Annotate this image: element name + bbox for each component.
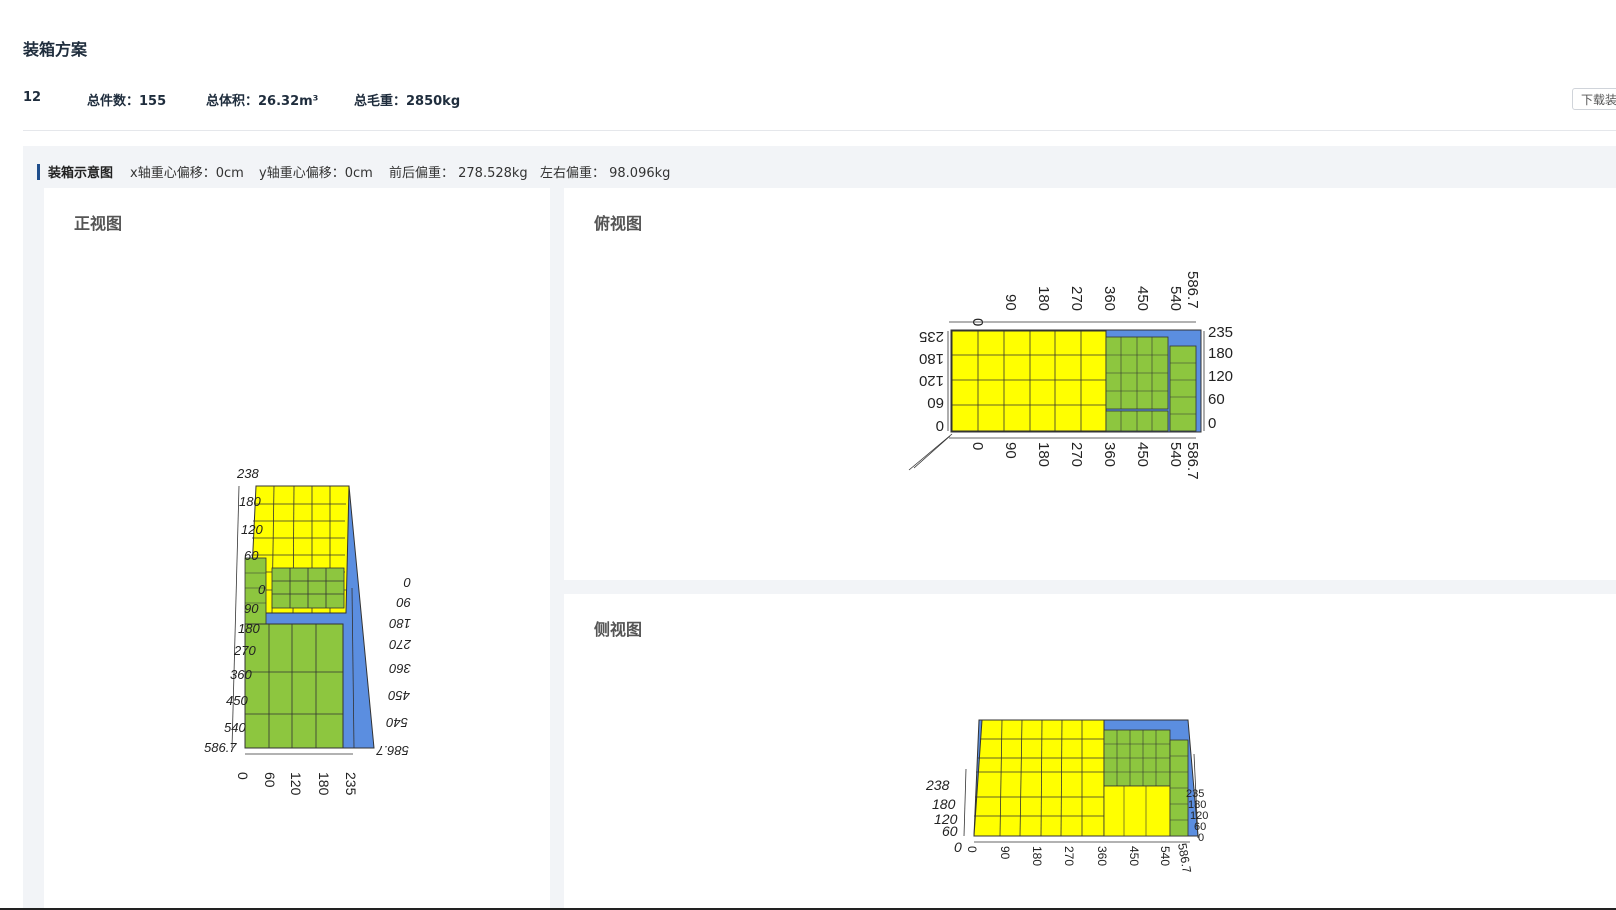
svg-text:60: 60	[244, 548, 259, 563]
svg-text:235: 235	[1208, 324, 1233, 341]
svg-text:360: 360	[1101, 286, 1118, 311]
total-count: 总件数：155	[87, 94, 167, 109]
svg-text:540: 540	[224, 720, 246, 735]
svg-text:90: 90	[1002, 442, 1019, 459]
svg-text:450: 450	[226, 693, 248, 708]
svg-text:270: 270	[1068, 442, 1085, 467]
svg-text:360: 360	[389, 661, 411, 676]
divider	[23, 130, 1616, 131]
svg-text:60: 60	[927, 394, 944, 411]
svg-text:270: 270	[1068, 286, 1085, 311]
svg-text:0: 0	[969, 442, 986, 450]
svg-text:0: 0	[258, 582, 266, 597]
front-view-diagram: 586.7 540 450 360 270 180 90 0 586.7 540 450 3…	[204, 466, 412, 796]
svg-text:180: 180	[239, 494, 261, 509]
svg-text:180: 180	[1030, 846, 1044, 866]
svg-text:60: 60	[262, 772, 278, 788]
svg-text:180: 180	[316, 772, 332, 796]
page-title: 装箱方案	[23, 40, 88, 59]
side-view-card: 侧视图 0 90 180 270 360 450 540 586.7 235 1…	[564, 594, 1616, 910]
left-right-stat: 左右偏重： 98.096kg	[540, 166, 671, 181]
svg-text:90: 90	[1002, 294, 1019, 311]
y-offset-stat: y轴重心偏移：0cm	[259, 166, 373, 181]
svg-text:238: 238	[925, 777, 950, 793]
svg-text:60: 60	[942, 823, 958, 839]
side-view-diagram: 0 90 180 270 360 450 540 586.7 235180 12…	[925, 719, 1208, 874]
svg-text:120: 120	[919, 372, 944, 389]
x-offset-stat: x轴重心偏移：0cm	[130, 166, 244, 181]
svg-text:180: 180	[238, 621, 260, 636]
total-volume: 总体积：26.32m³	[206, 94, 319, 109]
svg-text:540: 540	[386, 715, 408, 730]
svg-text:120: 120	[241, 522, 263, 537]
svg-text:0: 0	[1198, 832, 1204, 844]
svg-text:0: 0	[403, 575, 411, 590]
top-view-diagram: 0 90 180 270 360 450 540 586.7 0 90 180 …	[908, 271, 1233, 480]
svg-text:90: 90	[998, 846, 1012, 860]
svg-text:180: 180	[919, 350, 944, 367]
svg-text:235: 235	[343, 772, 359, 796]
svg-text:360: 360	[1101, 442, 1118, 467]
svg-text:180: 180	[389, 616, 411, 631]
svg-text:0: 0	[1208, 415, 1216, 432]
svg-text:450: 450	[1127, 846, 1141, 866]
svg-text:360: 360	[1095, 846, 1109, 866]
svg-text:0: 0	[936, 417, 944, 434]
svg-text:540: 540	[1167, 286, 1184, 311]
svg-text:0: 0	[969, 318, 986, 326]
front-view-card: 正视图 586.7 540 450 360 270 180 90 0 586.7…	[44, 188, 550, 910]
svg-text:180: 180	[1035, 286, 1052, 311]
svg-text:120: 120	[1208, 368, 1233, 385]
svg-text:270: 270	[233, 643, 256, 658]
svg-text:90: 90	[244, 601, 259, 616]
accent-bar	[37, 164, 40, 180]
svg-text:540: 540	[1167, 442, 1184, 467]
svg-text:90: 90	[396, 595, 411, 610]
svg-text:0: 0	[954, 839, 962, 855]
svg-text:586.7: 586.7	[376, 743, 409, 758]
top-view-card: 俯视图 0 90 180 270 360 450 540 586.7 0 90 …	[564, 188, 1616, 580]
svg-text:450: 450	[388, 688, 410, 703]
svg-text:586.7: 586.7	[204, 740, 237, 755]
svg-text:450: 450	[1134, 442, 1151, 467]
svg-text:586.7: 586.7	[1184, 271, 1201, 309]
svg-text:586.7: 586.7	[1184, 442, 1201, 480]
plan-index: 12	[23, 90, 42, 105]
svg-text:180: 180	[1035, 442, 1052, 467]
svg-text:120: 120	[288, 772, 304, 796]
svg-text:270: 270	[1062, 846, 1076, 866]
total-weight: 总毛重：2850kg	[354, 94, 461, 109]
svg-text:0: 0	[235, 772, 251, 780]
svg-text:180: 180	[932, 796, 956, 812]
diagram-panel: 装箱示意图 x轴重心偏移：0cm y轴重心偏移：0cm 前后偏重： 278.52…	[23, 146, 1616, 910]
svg-text:360: 360	[230, 667, 252, 682]
svg-text:238: 238	[236, 466, 259, 481]
svg-text:540: 540	[1158, 846, 1172, 866]
svg-text:180: 180	[1208, 345, 1233, 362]
svg-text:60: 60	[1208, 391, 1225, 408]
svg-text:235: 235	[919, 328, 944, 345]
svg-text:450: 450	[1134, 286, 1151, 311]
svg-text:586.7: 586.7	[1175, 842, 1194, 874]
diagram-title: 装箱示意图	[48, 166, 114, 181]
svg-text:0: 0	[965, 846, 979, 853]
download-button[interactable]: 下载装	[1572, 88, 1616, 110]
front-back-stat: 前后偏重： 278.528kg	[389, 166, 528, 181]
svg-text:270: 270	[389, 637, 412, 652]
